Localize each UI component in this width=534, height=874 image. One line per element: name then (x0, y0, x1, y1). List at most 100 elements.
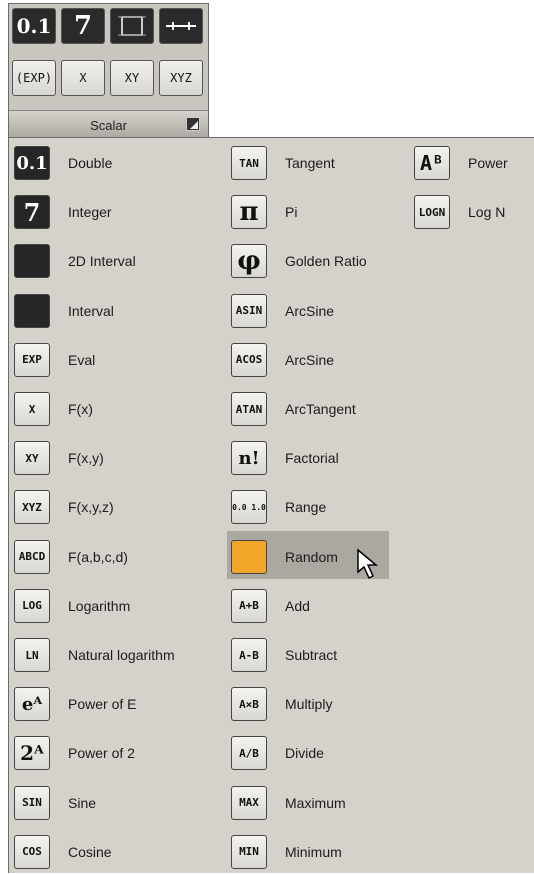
f-x-y-z--icon: XYZ (14, 490, 50, 525)
menu-item-label: Subtract (285, 647, 338, 663)
power-of-e-icon: eᴬ (14, 687, 50, 722)
menu-item-minimum[interactable]: MIN Minimum (231, 830, 342, 874)
menu-item-divide[interactable]: A/B Divide (231, 731, 324, 775)
menu-item-label: F(x,y) (68, 450, 104, 467)
menu-item-integer[interactable]: 7 Integer (14, 190, 112, 234)
menu-item-label: F(x) (68, 401, 93, 417)
menu-item-sine[interactable]: SIN Sine (14, 781, 96, 825)
menu-item-f-x-y-z-[interactable]: XYZ F(x,y,z) (14, 485, 114, 529)
fx-icon[interactable]: X (61, 60, 105, 96)
power-of-2-icon: 2ᴬ (14, 736, 50, 771)
double-icon[interactable]: 0.1 (12, 8, 56, 44)
expand-corner-icon[interactable] (186, 117, 200, 131)
menu-item-multiply[interactable]: A×B Multiply (231, 682, 332, 726)
f-x--icon: X (14, 392, 50, 426)
menu-item-log-n[interactable]: LOGN Log N (414, 190, 505, 234)
double-icon: 0.1 (14, 146, 50, 180)
menu-item-f-a-b-c-d-[interactable]: ABCD F(a,b,c,d) (14, 535, 128, 579)
menu-item-natural-logarithm[interactable]: LN Natural logarithm (14, 633, 175, 677)
menu-item-label: Power of 2 (68, 745, 135, 762)
menu-item-label: Add (285, 597, 310, 614)
panel-title-bar: Scalar (9, 110, 208, 139)
integer-icon: 7 (14, 195, 50, 230)
add-icon: A+B (231, 588, 267, 623)
natural-logarithm-icon: LN (14, 638, 50, 672)
menu-item-cosine[interactable]: COS Cosine (14, 830, 112, 874)
pi-icon: π (231, 195, 267, 230)
scalar-toolbar-panel: 0.1 7 (EXP) X XY XYZ Scalar (8, 3, 209, 139)
menu-item-pi[interactable]: π Pi (231, 190, 297, 234)
menu-item-power-of-e[interactable]: eᴬ Power of E (14, 682, 136, 726)
minimum-icon: MIN (231, 834, 267, 869)
menu-item-label: Multiply (285, 696, 333, 713)
menu-item-add[interactable]: A+B Add (231, 584, 310, 628)
menu-item-label: Maximum (285, 794, 346, 811)
menu-item-eval[interactable]: EXP Eval (14, 338, 95, 382)
menu-item-label: Divide (285, 745, 324, 762)
logarithm-icon: LOG (14, 588, 50, 623)
integer-icon[interactable]: 7 (61, 8, 105, 44)
menu-item-f-x-[interactable]: X F(x) (14, 387, 93, 431)
golden-ratio-icon: φ (231, 244, 267, 279)
divide-icon: A/B (231, 736, 267, 771)
subtract-icon: A-B (231, 638, 267, 672)
menu-item-range[interactable]: 0.0 1.0 Range (231, 485, 326, 529)
menu-item-label: Range (285, 499, 327, 516)
menu-item-golden-ratio[interactable]: φ Golden Ratio (231, 239, 367, 283)
fxy-icon[interactable]: XY (110, 60, 154, 96)
2d-interval-icon[interactable] (110, 8, 154, 44)
cosine-icon: COS (14, 834, 50, 869)
menu-item-power-of-2[interactable]: 2ᴬ Power of 2 (14, 731, 135, 775)
menu-item-label: Cosine (68, 843, 112, 860)
interval-icon[interactable] (159, 8, 203, 44)
eval-icon[interactable]: (EXP) (12, 60, 56, 96)
menu-item-label: ArcSine (285, 351, 335, 368)
menu-item-2d-interval[interactable]: 2D Interval (14, 239, 136, 283)
menu-item-tangent[interactable]: TAN Tangent (231, 141, 335, 185)
menu-item-label: Eval (68, 351, 96, 368)
menu-item-arcsine[interactable]: ACOS ArcSine (231, 338, 334, 382)
menu-item-power[interactable]: Aᴮ Power (414, 141, 508, 185)
menu-item-label: Power (468, 155, 508, 171)
menu-item-label: ArcTangent (285, 401, 356, 417)
2d-interval-icon (14, 244, 50, 279)
fxyz-icon[interactable]: XYZ (159, 60, 203, 96)
menu-item-arctangent[interactable]: ATAN ArcTangent (231, 387, 356, 431)
sine-icon: SIN (14, 785, 50, 820)
menu-item-label: Power of E (68, 696, 137, 713)
maximum-icon: MAX (231, 785, 267, 820)
menu-item-label: Random (285, 548, 338, 565)
menu-item-random[interactable]: Random (231, 535, 338, 579)
eval-icon: EXP (14, 342, 50, 377)
multiply-icon: A×B (231, 687, 267, 722)
menu-item-label: Integer (68, 204, 112, 221)
tangent-icon: TAN (231, 146, 267, 180)
eval-icon-text: (EXP) (15, 71, 53, 85)
power-icon: Aᴮ (414, 146, 450, 180)
menu-item-label: Pi (285, 204, 298, 221)
menu-item-logarithm[interactable]: LOG Logarithm (14, 584, 130, 628)
menu-item-factorial[interactable]: n! Factorial (231, 436, 339, 480)
menu-item-label: Log N (468, 204, 506, 221)
interval-glyph (166, 22, 196, 30)
arcsine-icon: ASIN (231, 293, 267, 328)
menu-item-interval[interactable]: Interval (14, 289, 114, 333)
f-x-y--icon: XY (14, 441, 50, 476)
menu-item-label: ArcSine (285, 302, 335, 319)
menu-item-subtract[interactable]: A-B Subtract (231, 633, 337, 677)
f-a-b-c-d--icon: ABCD (14, 539, 50, 574)
menu-item-label: 2D Interval (68, 253, 136, 270)
menu-item-label: Double (68, 155, 113, 171)
menu-item-arcsine[interactable]: ASIN ArcSine (231, 289, 334, 333)
menu-item-label: Interval (68, 302, 114, 319)
menu-item-double[interactable]: 0.1 Double (14, 141, 112, 185)
arctangent-icon: ATAN (231, 392, 267, 426)
range-icon: 0.0 1.0 (231, 490, 267, 525)
menu-item-label: F(a,b,c,d) (68, 548, 128, 565)
menu-item-label: F(x,y,z) (68, 499, 114, 516)
2d-interval-glyph (118, 16, 146, 36)
menu-item-maximum[interactable]: MAX Maximum (231, 781, 346, 825)
menu-item-label: Logarithm (68, 597, 131, 614)
menu-item-f-x-y-[interactable]: XY F(x,y) (14, 436, 104, 480)
menu-item-label: Golden Ratio (285, 253, 367, 270)
